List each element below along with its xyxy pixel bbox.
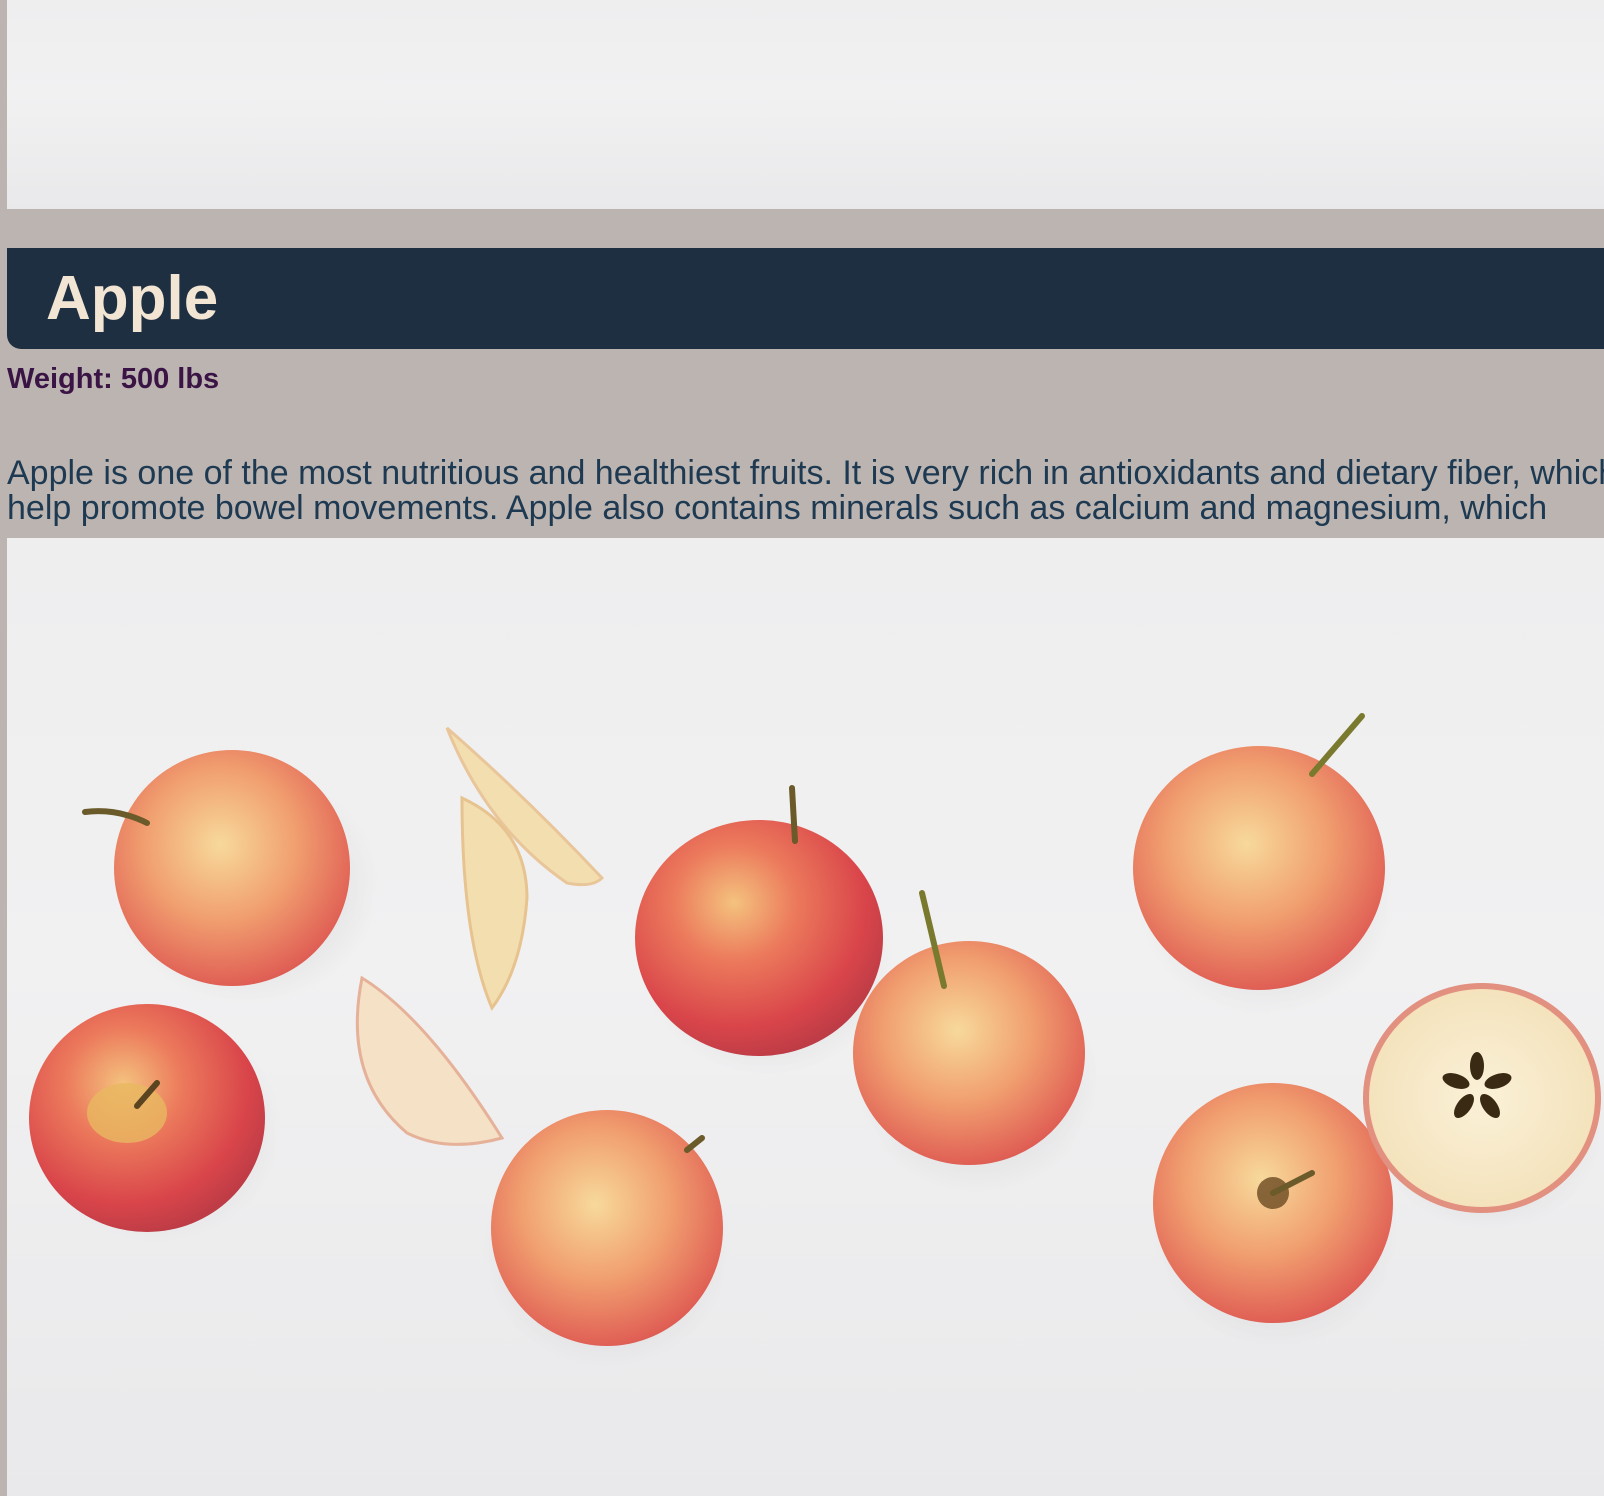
product-title: Apple (46, 264, 219, 333)
apple-7 (1153, 1083, 1393, 1323)
product-page: Apple Weight: 500 lbs Apple is one of th… (0, 0, 1604, 1496)
previous-product-image (7, 0, 1604, 209)
product-title-bar: Apple (7, 248, 1604, 349)
product-image (7, 538, 1604, 1496)
product-description: Apple is one of the most nutritious and … (7, 454, 1604, 527)
apple-3 (491, 1110, 723, 1346)
apple-2 (29, 1004, 265, 1232)
apple-half (1363, 983, 1601, 1213)
apple-slices (355, 726, 605, 1146)
apple-6 (1133, 713, 1385, 990)
apple-1 (82, 750, 350, 986)
apple-4 (635, 785, 883, 1056)
product-weight: Weight: 500 lbs (7, 363, 220, 395)
apples-photo (29, 713, 1604, 1368)
